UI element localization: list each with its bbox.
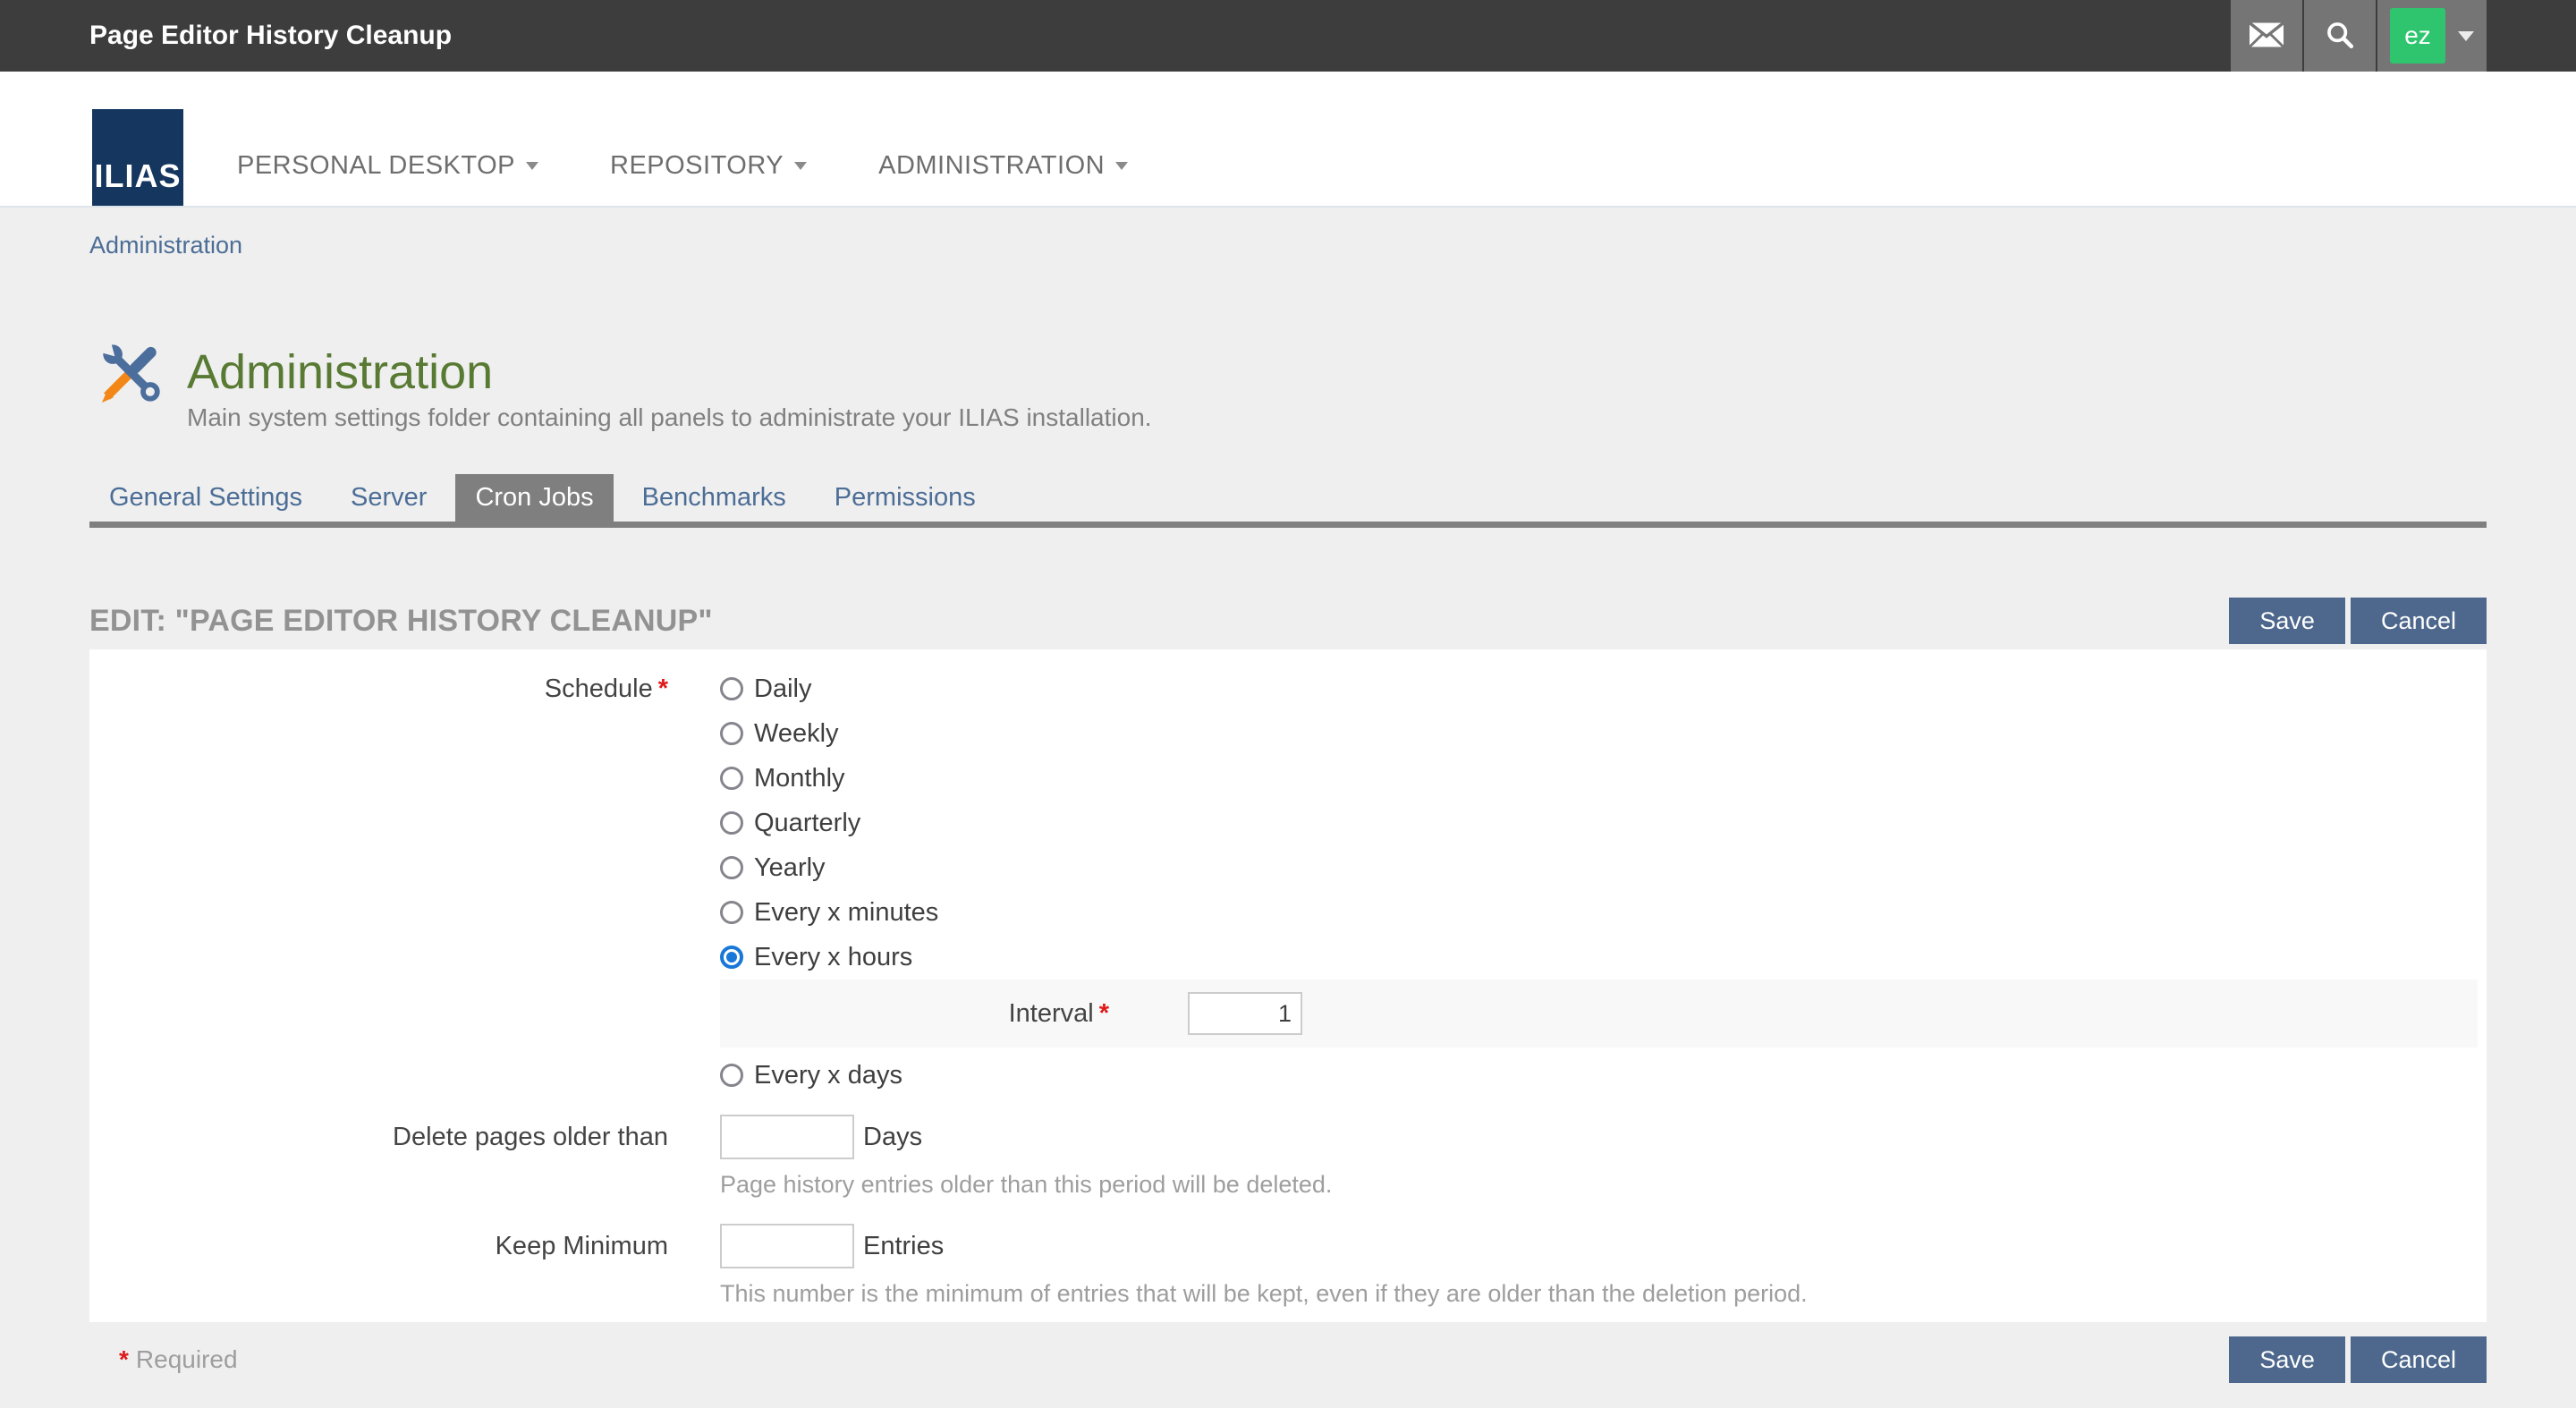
tab-general-settings[interactable]: General Settings: [89, 474, 322, 522]
nav-item-administration[interactable]: ADMINISTRATION: [878, 151, 1128, 181]
chevron-down-icon: [526, 162, 538, 170]
mail-icon: [2250, 22, 2284, 50]
radio-button[interactable]: [720, 811, 743, 835]
nav-item-personal-desktop[interactable]: PERSONAL DESKTOP: [237, 151, 538, 181]
form-heading: EDIT: "PAGE EDITOR HISTORY CLEANUP": [89, 604, 713, 639]
chevron-down-icon: [794, 162, 807, 170]
radio-button[interactable]: [720, 856, 743, 879]
tab-server[interactable]: Server: [331, 474, 446, 522]
interval-label: Interval*: [720, 999, 1109, 1029]
mail-button[interactable]: [2231, 0, 2302, 72]
keep-minimum-input[interactable]: [720, 1224, 854, 1268]
page-header: Administration Main system settings fold…: [99, 339, 2576, 432]
form-footer: *Required Save Cancel: [89, 1336, 2487, 1383]
main-nav: PERSONAL DESKTOP REPOSITORY ADMINISTRATI…: [237, 151, 1128, 181]
schedule-option-quarterly: Quarterly: [720, 801, 2487, 845]
keep-minimum-label: Keep Minimum: [89, 1224, 668, 1307]
radio-button[interactable]: [720, 767, 743, 790]
schedule-label: Schedule*: [89, 666, 668, 1098]
schedule-option-every-x-hours: Every x hours: [720, 935, 2487, 980]
save-button[interactable]: Save: [2229, 598, 2345, 644]
avatar: ez: [2390, 8, 2445, 64]
radio-button[interactable]: [720, 1064, 743, 1087]
page-description: Main system settings folder containing a…: [187, 403, 1152, 432]
tab-permissions[interactable]: Permissions: [815, 474, 996, 522]
keep-minimum-byline: This number is the minimum of entries th…: [720, 1280, 2487, 1307]
schedule-option-daily: Daily: [720, 666, 2487, 711]
chevron-down-icon: [1115, 162, 1128, 170]
radio-button[interactable]: [720, 901, 743, 924]
schedule-option-yearly: Yearly: [720, 845, 2487, 890]
keep-minimum-suffix: Entries: [863, 1232, 944, 1261]
radio-button[interactable]: [720, 946, 743, 969]
schedule-option-every-x-days: Every x days: [720, 1053, 2487, 1098]
schedule-option-weekly: Weekly: [720, 711, 2487, 756]
form-toolbar: EDIT: "PAGE EDITOR HISTORY CLEANUP" Save…: [89, 598, 2487, 644]
delete-older-suffix: Days: [863, 1123, 922, 1152]
top-bar: Page Editor History Cleanup: [0, 0, 2576, 72]
chevron-down-icon: [2458, 31, 2474, 41]
interval-subfield: Interval*: [720, 980, 2478, 1048]
form-panel: Schedule* Daily Weekly Monthly Quarterl: [89, 649, 2487, 1322]
nav-item-repository[interactable]: REPOSITORY: [610, 151, 807, 181]
delete-older-field: Delete pages older than Days Page histor…: [89, 1115, 2487, 1198]
topbar-actions: ez: [2231, 0, 2487, 72]
search-button[interactable]: [2304, 0, 2376, 72]
user-menu-button[interactable]: ez: [2377, 0, 2487, 72]
radio-button[interactable]: [720, 722, 743, 745]
tab-underline: [89, 522, 2487, 528]
delete-older-input[interactable]: [720, 1115, 854, 1159]
required-note: *Required: [119, 1345, 238, 1374]
save-button-bottom[interactable]: Save: [2229, 1336, 2345, 1383]
breadcrumb: Administration: [89, 231, 2576, 259]
radio-button[interactable]: [720, 677, 743, 700]
delete-older-byline: Page history entries older than this per…: [720, 1171, 2487, 1198]
window-title: Page Editor History Cleanup: [89, 21, 2231, 51]
cancel-button-bottom[interactable]: Cancel: [2351, 1336, 2487, 1383]
main-header: ILIAS PERSONAL DESKTOP REPOSITORY ADMINI…: [0, 72, 2576, 208]
tab-cron-jobs[interactable]: Cron Jobs: [455, 474, 613, 522]
keep-minimum-field: Keep Minimum Entries This number is the …: [89, 1224, 2487, 1307]
page-title: Administration: [187, 346, 1152, 398]
tab-bar: General Settings Server Cron Jobs Benchm…: [89, 474, 2576, 522]
breadcrumb-administration[interactable]: Administration: [89, 232, 242, 259]
schedule-option-monthly: Monthly: [720, 756, 2487, 801]
tab-benchmarks[interactable]: Benchmarks: [623, 474, 806, 522]
interval-input[interactable]: [1188, 992, 1302, 1035]
search-icon: [2325, 20, 2355, 53]
schedule-option-every-x-minutes: Every x minutes: [720, 890, 2487, 935]
ilias-logo[interactable]: ILIAS: [92, 109, 183, 206]
delete-older-label: Delete pages older than: [89, 1115, 668, 1198]
cancel-button[interactable]: Cancel: [2351, 598, 2487, 644]
schedule-field: Schedule* Daily Weekly Monthly Quarterl: [89, 666, 2487, 1098]
page: Page Editor History Cleanup: [0, 0, 2576, 1408]
wrench-screwdriver-icon: [99, 339, 164, 407]
